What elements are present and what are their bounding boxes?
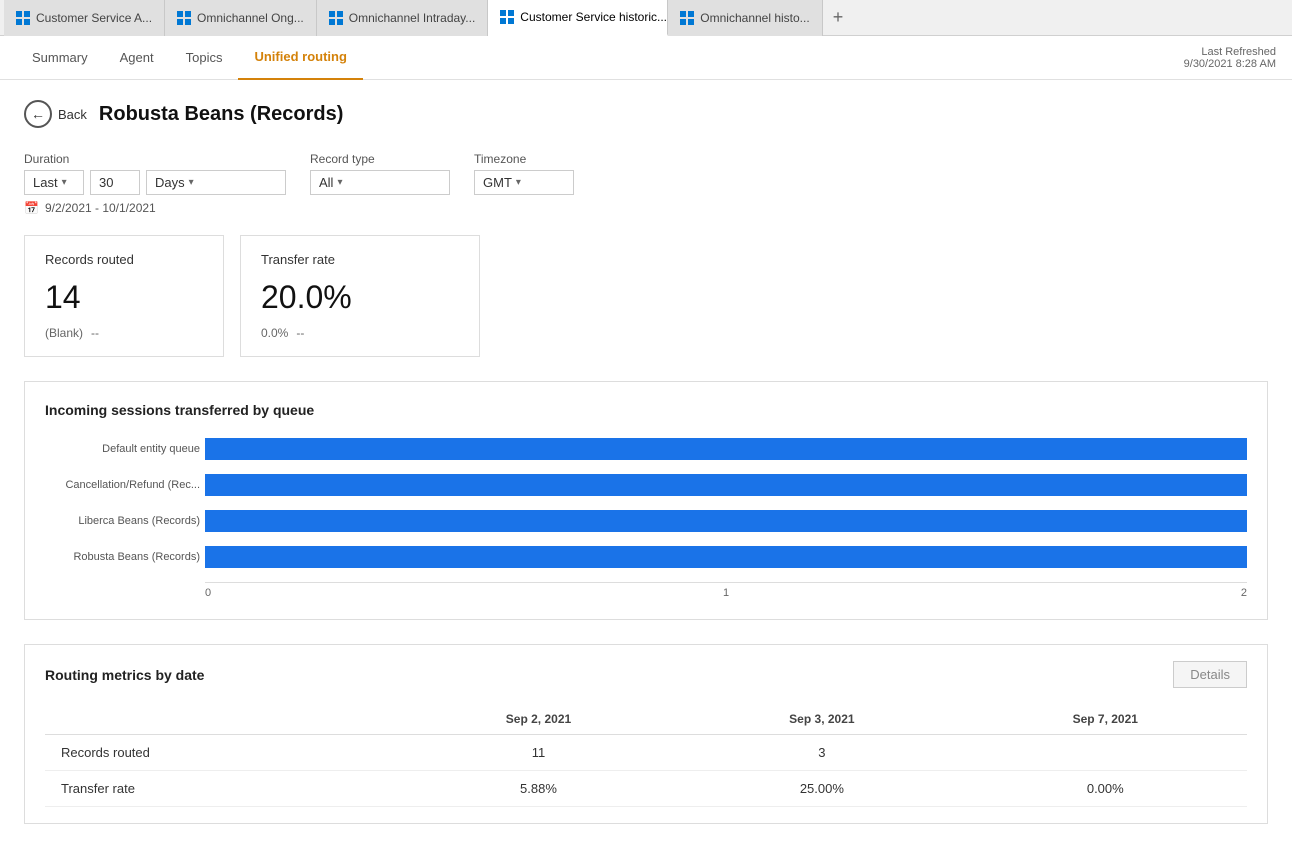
metrics-header: Routing metrics by date Details [45,661,1247,688]
chart-section: Incoming sessions transferred by queue D… [24,381,1268,620]
tab-omnichannel-ongoing[interactable]: Omnichannel Ong... [165,0,317,36]
col-header-label [45,704,397,735]
row-val-2: 3 [680,735,963,771]
tab-customer-service-a[interactable]: Customer Service A... [4,0,165,36]
filters-row: Duration Last ▾ 30 Days ▾ Record type Al… [24,152,1268,195]
chevron-down-icon: ▾ [62,177,67,188]
tab-omnichannel-intraday[interactable]: Omnichannel Intraday... [317,0,489,36]
col-header-sep2: Sep 2, 2021 [397,704,680,735]
content-area: ← Back Robusta Beans (Records) Duration … [0,80,1292,844]
row-label: Records routed [45,735,397,771]
bar-row: Cancellation/Refund (Rec... [205,474,1247,496]
cards-row: Records routed 14 (Blank) -- Transfer ra… [24,235,1268,357]
bar-row: Liberca Beans (Records) [205,510,1247,532]
table-header-row: Sep 2, 2021 Sep 3, 2021 Sep 7, 2021 [45,704,1247,735]
back-circle-icon: ← [24,100,52,128]
metrics-section: Routing metrics by date Details Sep 2, 2… [24,644,1268,824]
date-range: 📅 9/2/2021 - 10/1/2021 [24,201,1268,215]
bar-row: Robusta Beans (Records) [205,546,1247,568]
metrics-table: Sep 2, 2021 Sep 3, 2021 Sep 7, 2021 Reco… [45,704,1247,807]
grid-icon [16,11,30,25]
page-title: Robusta Beans (Records) [99,103,344,126]
nav-agent[interactable]: Agent [104,36,170,80]
chevron-down-icon: ▾ [337,177,342,188]
chevron-down-icon: ▾ [189,177,194,188]
row-val-1: 5.88% [397,771,680,807]
nav-unified-routing[interactable]: Unified routing [238,36,362,80]
metrics-table-wrapper: Sep 2, 2021 Sep 3, 2021 Sep 7, 2021 Reco… [45,704,1247,807]
back-button[interactable]: ← Back [24,100,87,128]
col-header-sep7: Sep 7, 2021 [964,704,1247,735]
card-sub-transfer: 0.0% -- [261,326,459,340]
grid-icon [500,10,514,24]
calendar-icon: 📅 [24,201,39,215]
bar-row: Default entity queue [205,438,1247,460]
tab-omnichannel-histo[interactable]: Omnichannel histo... [668,0,822,36]
bar-chart: Default entity queue Cancellation/Refund… [45,438,1247,599]
chevron-down-icon: ▾ [516,177,521,188]
details-button[interactable]: Details [1173,661,1247,688]
transfer-rate-card: Transfer rate 20.0% 0.0% -- [240,235,480,357]
row-val-3 [964,735,1247,771]
nav-bar: Summary Agent Topics Unified routing Las… [0,36,1292,80]
record-type-select[interactable]: All ▾ [310,170,450,195]
row-val-2: 25.00% [680,771,963,807]
bar-fill [205,474,1247,496]
back-header: ← Back Robusta Beans (Records) [24,100,1268,128]
duration-value-input[interactable]: 30 [90,170,140,195]
grid-icon [680,11,694,25]
timezone-select[interactable]: GMT ▾ [474,170,574,195]
table-row: Records routed 11 3 [45,735,1247,771]
bar-fill [205,510,1247,532]
add-tab-button[interactable]: + [823,0,854,36]
row-label: Transfer rate [45,771,397,807]
timezone-filter: Timezone GMT ▾ [474,152,574,195]
bar-fill [205,546,1247,568]
records-routed-card: Records routed 14 (Blank) -- [24,235,224,357]
duration-filter: Duration Last ▾ 30 Days ▾ [24,152,286,195]
grid-icon [329,11,343,25]
record-type-filter: Record type All ▾ [310,152,450,195]
nav-summary[interactable]: Summary [16,36,104,80]
duration-prefix-select[interactable]: Last ▾ [24,170,84,195]
duration-unit-select[interactable]: Days ▾ [146,170,286,195]
card-sub-records: (Blank) -- [45,326,203,340]
row-val-3: 0.00% [964,771,1247,807]
col-header-sep3: Sep 3, 2021 [680,704,963,735]
bar-fill [205,438,1247,460]
row-val-1: 11 [397,735,680,771]
table-row: Transfer rate 5.88% 25.00% 0.00% [45,771,1247,807]
nav-topics[interactable]: Topics [170,36,239,80]
chart-axis: 0 1 2 [205,582,1247,599]
grid-icon [177,11,191,25]
last-refreshed: Last Refreshed 9/30/2021 8:28 AM [1184,46,1276,70]
tab-bar: Customer Service A... Omnichannel Ong...… [0,0,1292,36]
duration-controls: Last ▾ 30 Days ▾ [24,170,286,195]
tab-customer-service-historic[interactable]: Customer Service historic... ✕ [488,0,668,36]
